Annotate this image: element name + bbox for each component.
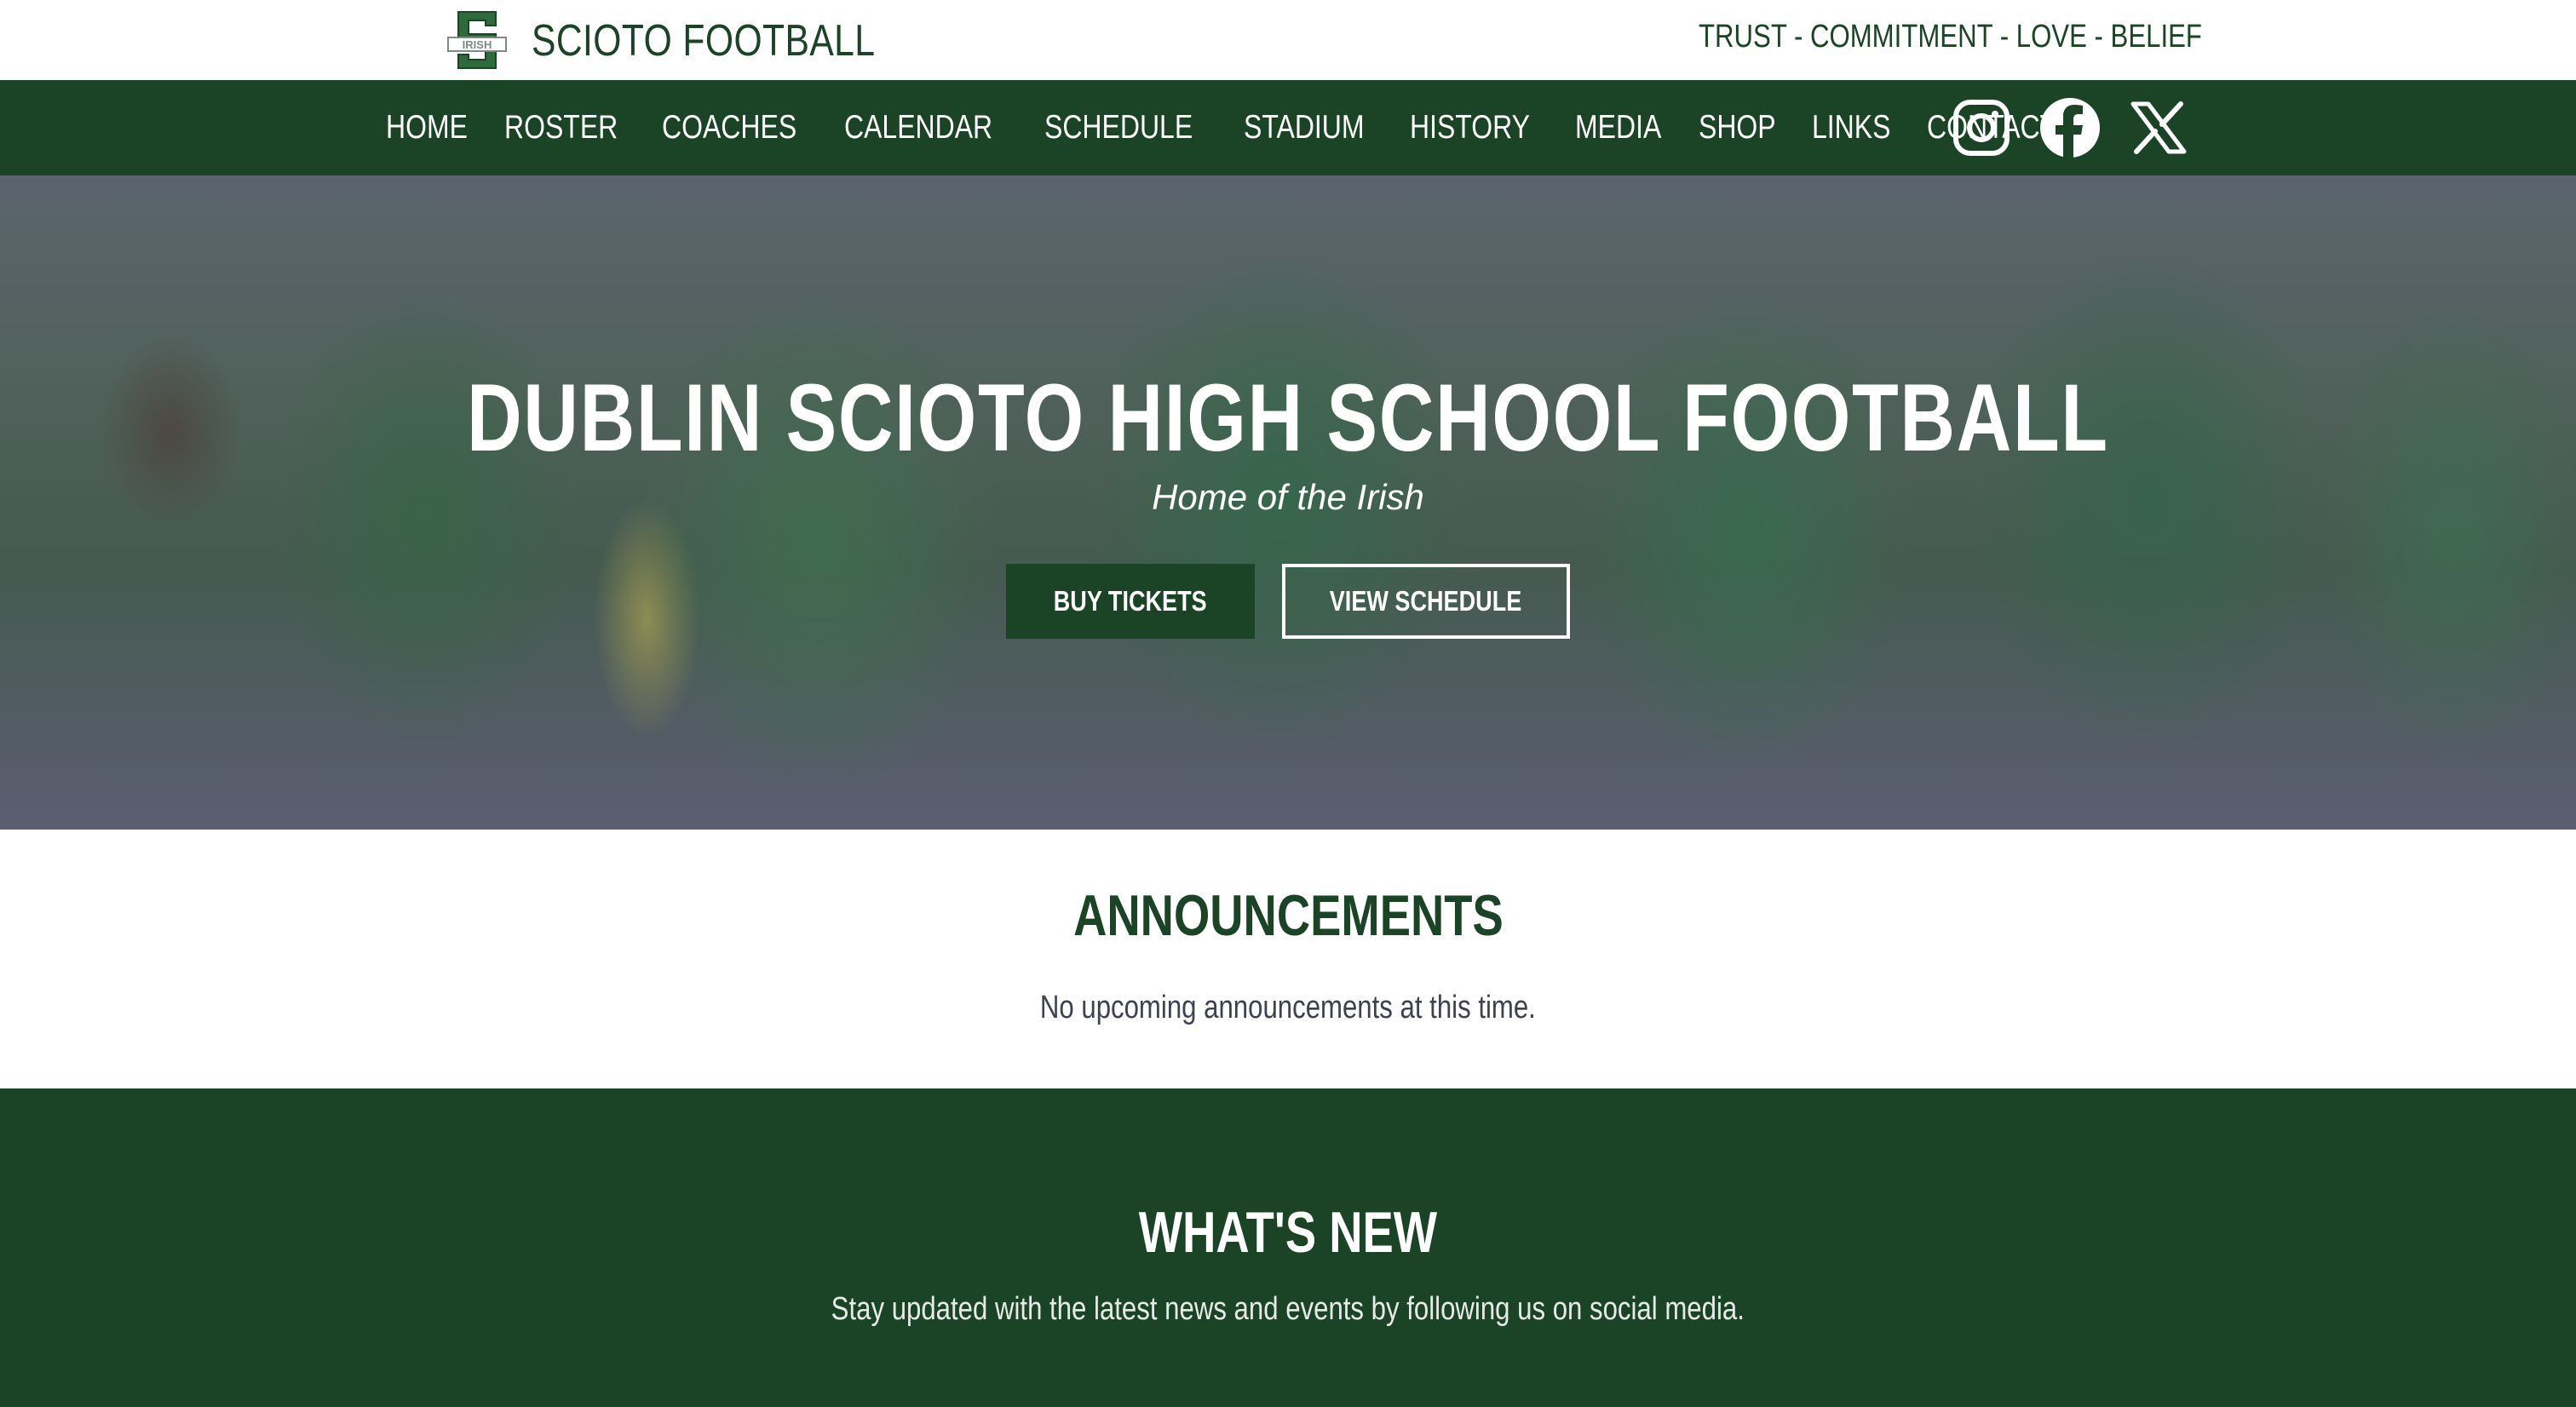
svg-text:IRISH: IRISH <box>463 38 492 51</box>
announcements-section: ANNOUNCEMENTS No upcoming announcements … <box>0 830 2576 1088</box>
nav-item-shop[interactable]: SHOP <box>1699 109 1793 146</box>
hero-subtitle: Home of the Irish <box>1152 477 1424 517</box>
announcements-message: No upcoming announcements at this time. <box>1040 990 1536 1025</box>
whats-new-description: Stay updated with the latest news and ev… <box>831 1291 1745 1327</box>
hero-banner: DUBLIN SCIOTO HIGH SCHOOL FOOTBALL Home … <box>0 175 2576 830</box>
team-motto: TRUST - COMMITMENT - LOVE - BELIEF <box>1699 19 2202 55</box>
nav-item-links[interactable]: LINKS <box>1812 109 1908 146</box>
site-title: SCIOTO FOOTBALL <box>532 16 876 66</box>
hero-title: DUBLIN SCIOTO HIGH SCHOOL FOOTBALL <box>467 365 2109 471</box>
announcements-heading: ANNOUNCEMENTS <box>1072 883 1504 948</box>
whats-new-section: WHAT'S NEW Stay updated with the latest … <box>0 1088 2576 1407</box>
view-schedule-button[interactable]: VIEW SCHEDULE <box>1282 564 1570 639</box>
nav-links: HOME ROSTER COACHES CALENDAR SCHEDULE ST… <box>386 80 2093 175</box>
nav-item-calendar[interactable]: CALENDAR <box>844 109 1025 146</box>
nav-item-coaches[interactable]: COACHES <box>662 109 826 146</box>
whats-new-heading: WHAT'S NEW <box>1138 1200 1438 1265</box>
brand-link[interactable]: IRISH SCIOTO FOOTBALL <box>446 9 875 72</box>
instagram-icon[interactable] <box>1951 97 2012 158</box>
nav-item-home[interactable]: HOME <box>386 109 486 146</box>
scioto-logo-icon: IRISH <box>446 9 508 72</box>
x-icon[interactable] <box>2128 97 2189 158</box>
facebook-icon[interactable] <box>2039 97 2101 158</box>
nav-item-media[interactable]: MEDIA <box>1575 109 1681 146</box>
main-nav: HOME ROSTER COACHES CALENDAR SCHEDULE ST… <box>0 80 2576 175</box>
nav-item-stadium[interactable]: STADIUM <box>1244 109 1391 146</box>
top-header: IRISH SCIOTO FOOTBALL TRUST - COMMITMENT… <box>0 0 2576 80</box>
nav-item-history[interactable]: HISTORY <box>1410 109 1556 146</box>
nav-item-roster[interactable]: ROSTER <box>504 109 643 146</box>
buy-tickets-button[interactable]: BUY TICKETS <box>1006 564 1255 639</box>
nav-item-schedule[interactable]: SCHEDULE <box>1044 109 1225 146</box>
